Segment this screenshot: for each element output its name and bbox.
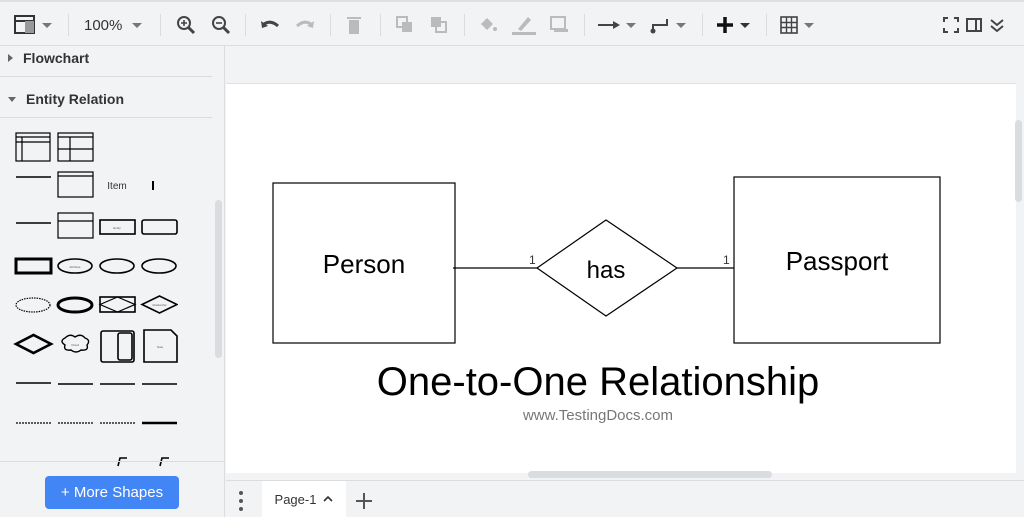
collapse-toolbar-button[interactable] (989, 12, 1005, 38)
redo-button[interactable] (295, 12, 315, 38)
toolbar: 100% (0, 0, 1024, 46)
plus-icon (356, 493, 372, 509)
to-front-button[interactable] (396, 12, 414, 38)
page-tab-label: Page-1 (274, 491, 317, 507)
to-back-button[interactable] (430, 12, 448, 38)
undo-icon (261, 20, 279, 28)
table-dropdown[interactable] (780, 12, 814, 38)
section-label: Flowchart (23, 50, 90, 66)
waypoints-dropdown[interactable] (650, 12, 686, 38)
section-label: Entity Relation (26, 91, 125, 107)
relationship-label: has (587, 257, 626, 284)
shape-palette[interactable]: Item Entity Attribute Relationship Cloud… (3, 128, 178, 473)
line-color-icon (512, 17, 536, 35)
shadow-button[interactable] (550, 12, 570, 38)
toggle-panel-icon (966, 18, 982, 32)
palette-label: Entity (113, 226, 121, 230)
diagram-subtitle[interactable]: www.TestingDocs.com (522, 407, 673, 424)
shape-table (15, 132, 51, 162)
section-flowchart[interactable]: Flowchart (8, 50, 89, 66)
vertical-scrollbar[interactable] (1015, 120, 1022, 202)
horizontal-scrollbar[interactable] (528, 471, 772, 478)
cardinality-right: 1 (723, 253, 730, 267)
delete-button[interactable] (346, 12, 362, 38)
to-back-icon (431, 17, 447, 33)
fill-color-icon (481, 18, 497, 31)
zoom-in-icon (177, 16, 196, 35)
delete-icon (347, 17, 361, 34)
palette-label-item: Item (107, 181, 126, 192)
palette-label: Attribute (69, 265, 81, 269)
fill-color-button[interactable] (478, 12, 498, 38)
waypoints-icon (650, 19, 668, 34)
shape-sidebar: Flowchart Entity Relation Item Entity At… (0, 46, 225, 517)
zoom-dropdown[interactable]: 100% (84, 12, 143, 38)
redo-icon (296, 20, 314, 28)
section-entity-relation[interactable]: Entity Relation (8, 91, 124, 107)
fullscreen-button[interactable] (943, 12, 959, 38)
palette-label: Cloud (71, 343, 79, 347)
connection-icon (598, 21, 620, 29)
cardinality-left: 1 (529, 253, 536, 267)
zoom-level: 100% (84, 16, 123, 34)
zoom-in-button[interactable] (176, 12, 196, 38)
collapse-icon (8, 96, 16, 102)
chevron-up-icon (323, 495, 334, 502)
entity-passport-label: Passport (786, 246, 889, 276)
table-icon (780, 16, 798, 34)
more-shapes-button[interactable]: + More Shapes (45, 476, 179, 509)
connection-dropdown[interactable] (598, 12, 636, 38)
expand-icon (8, 54, 13, 62)
undo-button[interactable] (260, 12, 280, 38)
to-front-icon (396, 16, 412, 32)
shadow-icon (550, 16, 568, 32)
insert-dropdown[interactable] (716, 12, 750, 38)
format-panel-button[interactable] (14, 12, 52, 38)
fullscreen-icon (943, 17, 959, 33)
shape-table-2 (57, 132, 94, 162)
page-menu-button[interactable] (236, 490, 246, 517)
add-page-button[interactable] (355, 492, 373, 515)
format-panel-icon (14, 15, 35, 34)
diagram-page[interactable]: Person Passport has 1 1 One-to-One Relat… (226, 83, 1016, 473)
toggle-panel-button[interactable] (966, 12, 982, 38)
entity-person-label: Person (323, 249, 405, 279)
palette-label: Note (157, 345, 164, 349)
more-vertical-icon (239, 491, 243, 511)
insert-icon (717, 17, 733, 33)
sidebar-scrollbar[interactable] (215, 200, 222, 358)
zoom-out-button[interactable] (211, 12, 231, 38)
zoom-out-icon (212, 16, 231, 35)
collapse-icon (990, 19, 1004, 33)
diagram-title[interactable]: One-to-One Relationship (377, 360, 819, 404)
palette-label: Relationship (153, 304, 167, 307)
line-color-button[interactable] (512, 12, 536, 38)
tab-page-1[interactable]: Page-1 (262, 481, 346, 517)
